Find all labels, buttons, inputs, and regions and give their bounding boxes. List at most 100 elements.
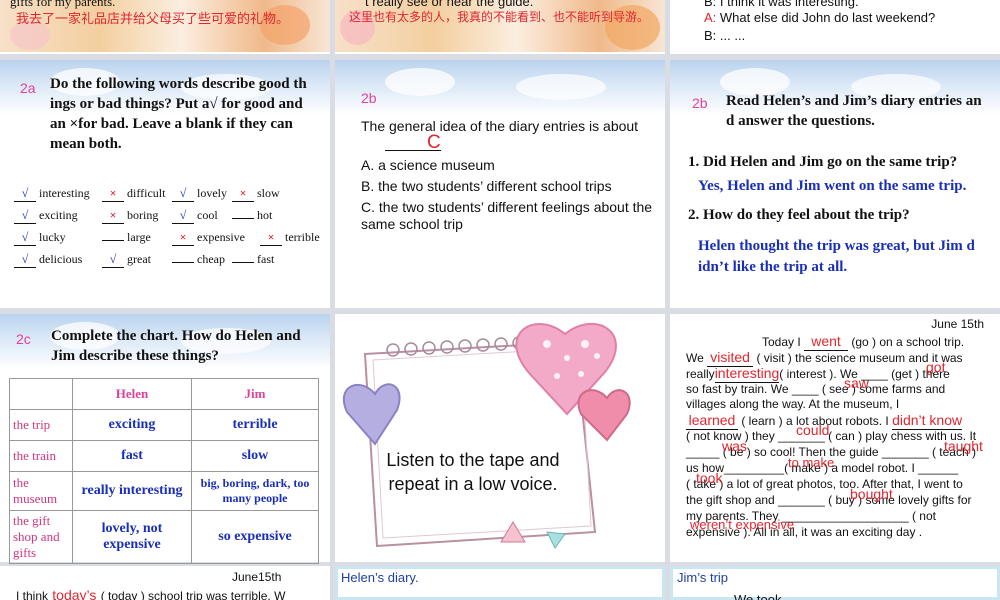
diary-line: so fast by train. We ____ ( see ) some f… <box>686 382 946 396</box>
word-cell: × boring <box>102 208 172 224</box>
mark: √ <box>14 186 36 202</box>
answer-could: could <box>796 422 830 438</box>
option-b: B. the two students’ different school tr… <box>361 178 612 194</box>
answer-blank: C <box>385 132 441 153</box>
row-label: the gift shop and gifts <box>9 510 73 564</box>
mark <box>102 240 124 241</box>
helen-cell: exciting <box>72 409 192 441</box>
word-cell: cheap <box>172 252 232 267</box>
word-cell: hot <box>232 208 272 223</box>
text: (go ) on a school trip. <box>848 335 965 349</box>
header-cell <box>9 378 73 410</box>
answer-to-make: to make <box>788 455 835 470</box>
answer-went: went <box>804 333 849 351</box>
text: ( today ) school trip was terrible. W <box>97 589 286 600</box>
word: lucky <box>39 230 66 244</box>
diary-line: ( take ) a lot of great photos, too. Aft… <box>686 477 963 491</box>
word-cell: √ delicious <box>14 252 102 268</box>
text: really <box>686 367 715 381</box>
word-row: √ exciting × boring √ cool hot <box>14 208 272 224</box>
mark: × <box>260 230 282 246</box>
mark: √ <box>102 252 124 268</box>
word-row: √ interesting × difficult √ lovely × slow <box>14 186 280 202</box>
word-cell: √ cool <box>172 208 232 224</box>
diary-line: the gift shop and _______ ( buy ) some l… <box>686 493 972 507</box>
word: interesting <box>39 186 90 200</box>
jim-cell: big, boring, dark, too many people <box>191 471 319 511</box>
dialog-line-2: A: What else did John do last weekend? <box>704 10 935 25</box>
dialog-line-1: B: I think it was interesting. <box>704 0 859 9</box>
word: expensive <box>197 230 245 244</box>
header-jim: Jim <box>191 378 319 410</box>
notebook-illustration <box>342 323 631 549</box>
word: delicious <box>39 252 83 266</box>
answer-got: got <box>926 359 946 375</box>
mark <box>232 262 254 263</box>
word: fast <box>257 252 275 266</box>
answer-saw: saw <box>844 375 869 391</box>
instruction-2a: Do the following words describe good thi… <box>50 76 307 152</box>
mark <box>172 262 194 263</box>
mark: √ <box>172 186 194 202</box>
chart-header-row: Helen Jim <box>9 378 319 410</box>
panel-listen: Listen to the tape and repeat in a low v… <box>335 314 665 562</box>
answer-interesting: interesting <box>714 365 780 383</box>
word-cell: √ lucky <box>14 230 102 246</box>
jim-cell: so expensive <box>191 510 319 564</box>
word: large <box>127 230 151 244</box>
text: Today I <box>762 335 805 349</box>
diary-line: villages along the way. At the museum, I <box>686 397 900 411</box>
text: I think <box>16 589 52 600</box>
top-right-panel: B: I think it was interesting. A: What e… <box>670 0 1000 54</box>
dialog-line-3: B: ... ... <box>704 28 746 43</box>
jim-trip-title: Jim’s trip <box>677 570 729 585</box>
triangle-decoration <box>546 531 566 549</box>
mark: √ <box>14 252 36 268</box>
word-cell: fast <box>232 252 274 267</box>
header-helen: Helen <box>72 378 192 410</box>
word-row: √ lucky large × expensive × terrible <box>14 230 320 246</box>
helen-cell: really interesting <box>72 471 192 511</box>
jim-partial-line: We took <box>734 592 782 600</box>
word: hot <box>257 208 273 222</box>
option-a: A. a science museum <box>361 157 495 173</box>
word-cell: × terrible <box>260 230 320 246</box>
row-label: the museum <box>9 471 73 511</box>
chart-row: the gift shop and gifts lovely, not expe… <box>9 510 319 564</box>
section-tag: 2b <box>692 95 708 111</box>
listen-instruction: Listen to the tape and repeat in a low v… <box>386 450 560 494</box>
word-cell: × slow <box>232 186 280 202</box>
panel-2b-general-idea: 2b The general idea of the diary entries… <box>335 60 665 308</box>
mark: √ <box>14 230 36 246</box>
bottom-line: I think today’s ( today ) school trip wa… <box>16 587 285 600</box>
word: great <box>127 252 151 266</box>
answer-took: took <box>696 470 723 486</box>
answer-didnt-know: didn’t know <box>892 412 963 430</box>
bottom-middle-panel: Helen’s diary. <box>335 566 665 600</box>
word: lovely <box>197 186 227 200</box>
helen-cell: fast <box>72 440 192 472</box>
helen-cell: lovely, not expensive <box>72 510 192 564</box>
diary-line: reallyinteresting( interest ). We ____ (… <box>686 365 950 383</box>
top-left-panel: gifts for my parents. 我去了一家礼品店并给父母买了些可爱的… <box>0 0 330 54</box>
answer-bought: bought <box>850 486 893 502</box>
chart-row: the trip exciting terrible <box>9 409 319 441</box>
diary-line: Today I went (go ) on a school trip. <box>762 333 965 351</box>
option-c: C. the two students’ different feelings … <box>361 199 653 232</box>
dialog-text: What else did John do last weekend? <box>716 10 936 25</box>
panel-2a: 2a Do the following words describe good … <box>0 60 330 308</box>
section-tag: 2a <box>20 80 36 96</box>
answer-letter: C <box>427 132 441 153</box>
mark: × <box>232 186 254 202</box>
word: terrible <box>285 230 320 244</box>
word: difficult <box>127 186 166 200</box>
mark: √ <box>172 208 194 224</box>
word-cell: × expensive <box>172 230 260 246</box>
mark: × <box>102 208 124 224</box>
word: exciting <box>39 208 78 222</box>
question-2: 2. How do they feel about the trip? <box>688 207 910 223</box>
top-middle-panel: t really see or hear the guide. 这里也有太多的人… <box>335 0 665 54</box>
word-cell: √ great <box>102 252 172 268</box>
sky-banner <box>335 60 665 115</box>
chart-row: the train fast slow <box>9 440 319 472</box>
